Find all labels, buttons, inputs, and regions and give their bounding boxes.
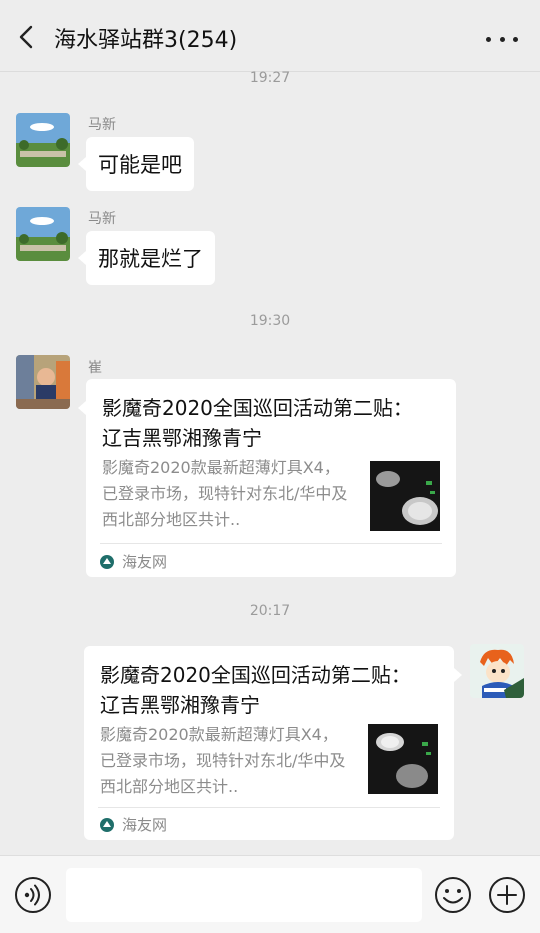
message-bubble[interactable]: 可能是吧 bbox=[78, 137, 194, 191]
source-label: 海友网 bbox=[122, 553, 168, 571]
plus-icon[interactable] bbox=[488, 876, 526, 914]
timestamp: 20:17 bbox=[249, 603, 291, 619]
avatar[interactable] bbox=[16, 355, 70, 409]
message-text: 那就是烂了 bbox=[98, 247, 203, 271]
card-thumbnail bbox=[368, 724, 438, 794]
avatar[interactable] bbox=[16, 207, 70, 261]
emoji-icon[interactable] bbox=[434, 876, 472, 914]
card-title: 影魔奇2020全国巡回活动第二贴： 辽吉黑鄂湘豫青宁 bbox=[100, 663, 411, 717]
sender-name: 马新 bbox=[88, 117, 116, 133]
source-logo-icon bbox=[100, 554, 114, 569]
input-bar bbox=[0, 855, 540, 933]
card-title: 影魔奇2020全国巡回活动第二贴： 辽吉黑鄂湘豫青宁 bbox=[102, 396, 413, 450]
link-card[interactable]: 影魔奇2020全国巡回活动第二贴： 辽吉黑鄂湘豫青宁 影魔奇2020款最新超薄灯… bbox=[78, 379, 456, 577]
card-divider bbox=[98, 807, 440, 808]
sender-name: 崔 bbox=[88, 360, 102, 376]
card-description: 影魔奇2020款最新超薄灯具X4，已登录市场，现特针对东北/华中及西北部分地区共… bbox=[102, 458, 348, 529]
back-chevron-icon[interactable] bbox=[14, 24, 40, 50]
avatar[interactable] bbox=[16, 113, 70, 167]
avatar[interactable] bbox=[470, 644, 524, 698]
card-source: 海友网 bbox=[100, 814, 167, 835]
card-description: 影魔奇2020款最新超薄灯具X4，已登录市场，现特针对东北/华中及西北部分地区共… bbox=[100, 725, 346, 796]
chat-title: 海水驿站群3(254) bbox=[54, 28, 238, 53]
card-divider bbox=[100, 543, 442, 544]
message-text: 可能是吧 bbox=[98, 153, 182, 177]
card-source: 海友网 bbox=[100, 551, 167, 572]
voice-icon[interactable] bbox=[14, 876, 52, 914]
link-card[interactable]: 影魔奇2020全国巡回活动第二贴： 辽吉黑鄂湘豫青宁 影魔奇2020款最新超薄灯… bbox=[84, 646, 462, 840]
card-thumbnail bbox=[370, 461, 440, 531]
more-dots-icon[interactable] bbox=[482, 26, 522, 52]
message-input[interactable] bbox=[66, 868, 422, 922]
timestamp: 19:30 bbox=[249, 313, 291, 329]
chat-header: 海水驿站群3(254) bbox=[0, 0, 540, 72]
source-logo-icon bbox=[100, 817, 114, 832]
timestamp: 19:27 bbox=[249, 70, 291, 86]
message-bubble[interactable]: 那就是烂了 bbox=[78, 231, 215, 285]
sender-name: 马新 bbox=[88, 211, 116, 227]
source-label: 海友网 bbox=[122, 816, 168, 834]
